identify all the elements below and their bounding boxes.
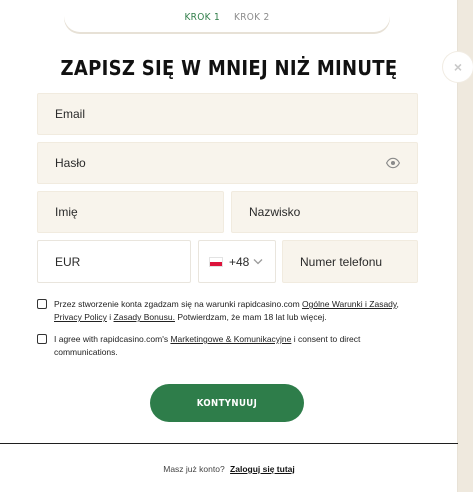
step-1-label: KROK 1 [184, 12, 220, 23]
terms-link[interactable]: Ogólne Warunki i Zasady [302, 299, 396, 309]
phone-field[interactable]: Numer telefonu [282, 240, 418, 283]
terms-consent-row: Przez stworzenie konta zgadzam się na wa… [37, 298, 426, 324]
step-2-label: KROK 2 [234, 12, 270, 23]
email-field[interactable]: Email [37, 93, 418, 135]
poland-flag-icon [209, 256, 223, 267]
dial-code-select[interactable]: +48 [198, 240, 276, 283]
email-placeholder: Email [55, 107, 86, 121]
password-placeholder: Hasło [55, 156, 86, 170]
bonus-rules-link[interactable]: Zasady Bonusu. [114, 312, 175, 322]
last-name-placeholder: Nazwisko [249, 205, 301, 219]
terms-text-part-4: Potwierdzam, że mam 18 lat lub więcej. [174, 312, 327, 322]
terms-text-part-1: Przez stworzenie konta zgadzam się na wa… [54, 299, 303, 309]
first-name-field[interactable]: Imię [37, 191, 224, 233]
privacy-policy-link[interactable]: Privacy Policy [54, 312, 107, 322]
dial-code-value: +48 [229, 254, 250, 269]
chevron-down-icon [253, 258, 263, 264]
currency-select[interactable]: EUR [37, 240, 191, 283]
signup-page: KROK 1 KROK 2 × ZAPISZ SIĘ W MNIEJ NIŻ M… [0, 0, 473, 492]
password-field[interactable]: Hasło [37, 142, 418, 184]
login-prompt-text: Masz już konto? [163, 464, 225, 474]
step-indicator: KROK 1 KROK 2 [64, 3, 390, 32]
marketing-link[interactable]: Marketingowe & Komunikacyjne [170, 334, 291, 344]
login-link[interactable]: Zaloguj się tutaj [230, 464, 295, 474]
currency-value: EUR [55, 254, 81, 269]
first-name-placeholder: Imię [55, 205, 78, 219]
login-prompt: Masz już konto? Zaloguj się tutaj [0, 464, 458, 474]
footer-divider [0, 443, 458, 444]
continue-button[interactable]: KONTYNUUJ [150, 384, 304, 422]
terms-text-part-3: i [106, 312, 114, 322]
page-title: ZAPISZ SIĘ W MNIEJ NIŻ MINUTĘ [60, 56, 398, 80]
terms-text-part-2: , [396, 299, 399, 309]
terms-checkbox[interactable] [37, 299, 47, 309]
last-name-field[interactable]: Nazwisko [231, 191, 418, 233]
marketing-consent-text: I agree with rapidcasino.com's Marketing… [54, 333, 426, 359]
marketing-text-part-1: I agree with rapidcasino.com's [54, 334, 171, 344]
terms-consent-text: Przez stworzenie konta zgadzam się na wa… [54, 298, 426, 324]
phone-placeholder: Numer telefonu [300, 254, 383, 269]
marketing-consent-row: I agree with rapidcasino.com's Marketing… [37, 333, 426, 359]
marketing-checkbox[interactable] [37, 334, 47, 344]
eye-icon[interactable] [386, 156, 400, 170]
